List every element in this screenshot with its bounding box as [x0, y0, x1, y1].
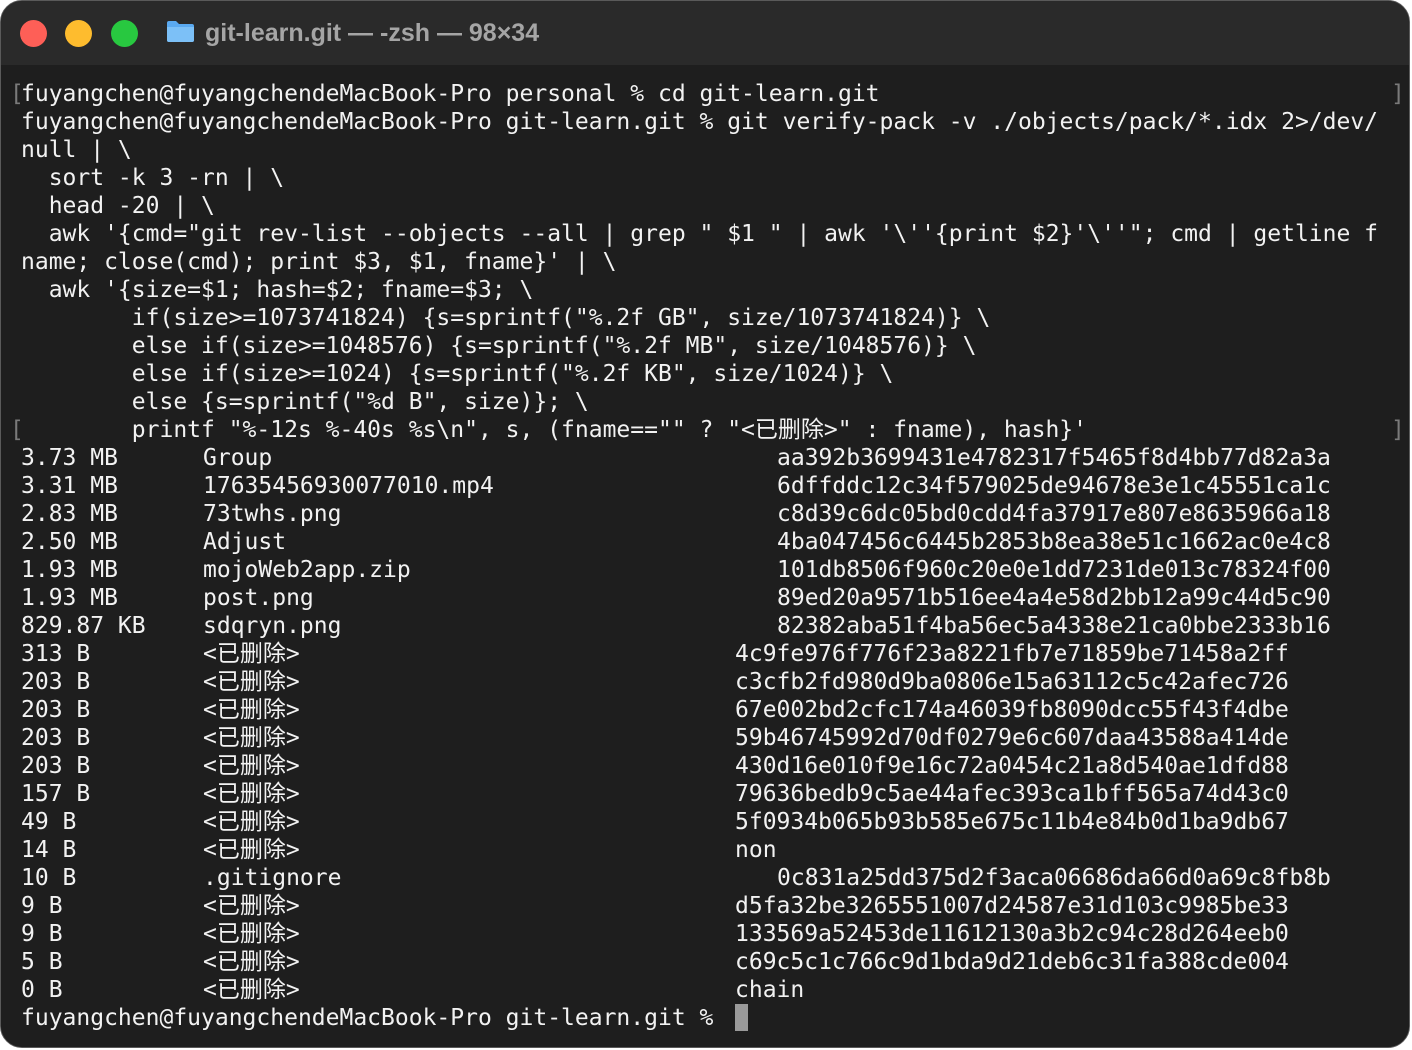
result-name: post.png	[203, 585, 314, 611]
result-name: 1763545693007701‌0.mp4	[203, 473, 494, 499]
result-hash: d5fa32be3265551007d24587e31d103c9985be33	[735, 893, 1289, 919]
command-line: fuyangchen@fuyangchendeMacBook-Pro git-l…	[21, 109, 1379, 135]
result-name: mojoWeb2app.zip	[203, 557, 411, 583]
command-line: if(size>=1073741824) {s=sprintf("%.2f GB…	[21, 305, 991, 331]
result-name: <已删除>	[203, 977, 300, 1003]
result-name: Group	[203, 445, 273, 471]
result-hash: c8d39c6dc05bd0cdd4fa37917e807e8635966a18	[777, 501, 1331, 527]
result-name: .gitignore	[203, 865, 342, 891]
result-size: 9 B	[21, 893, 63, 919]
result-size: 9 B	[21, 921, 63, 947]
result-hash: c69c5c1c766c9d1bda9d21deb6c31fa388cde004	[735, 949, 1289, 975]
result-size: 203 B	[21, 725, 91, 751]
folder-icon	[167, 21, 194, 42]
command-line: null | \	[21, 137, 132, 163]
command-line: sort -k 3 -rn | \	[21, 165, 285, 191]
result-hash: c3cfb2fd980d9ba0806e15a63112c5c42afec726	[735, 669, 1289, 695]
minimize-button[interactable]	[65, 20, 92, 47]
result-hash: 67e002bd2cfc174a46039fb8090dcc55f43f4dbe	[735, 697, 1289, 723]
command-line: name; close(cmd); print $3, $1, fname}' …	[21, 249, 617, 275]
result-size: 3.73 MB	[21, 445, 118, 471]
result-hash: non	[735, 837, 777, 863]
window-title: git-learn.git — -zsh — 98×34	[205, 19, 540, 47]
mark-bracket-left: [	[10, 417, 24, 443]
result-size: 5 B	[21, 949, 63, 975]
result-hash: 4ba047456c6445b2853b8ea38e51c1662ac0e4c8	[777, 529, 1331, 555]
result-size: 203 B	[21, 669, 91, 695]
result-hash: 6dffddc12c34f579025de94678e3e1c45551ca1c	[777, 473, 1331, 499]
result-name: 73twhs.png	[203, 501, 342, 527]
result-hash: aa392b3699431e4782317f5465f8d4bb77d82a3a	[777, 445, 1331, 471]
result-size: 829.87 KB	[21, 613, 146, 639]
result-name: Adjust	[203, 529, 287, 555]
terminal-content[interactable]: fuyangchen@fuyangchendeMacBook-Pro perso…	[1, 65, 1409, 1047]
result-size: 49 B	[21, 809, 77, 835]
result-name: <已删除>	[203, 753, 300, 779]
result-size: 1.93 MB	[21, 585, 118, 611]
result-name: <已删除>	[203, 781, 300, 807]
result-hash: 4c9fe976f776f23a8221fb7e71859be71458a2ff	[735, 641, 1289, 667]
result-name: <已删除>	[203, 949, 300, 975]
title-bar[interactable]: git-learn.git — -zsh — 98×34	[1, 1, 1409, 66]
command-line: printf "%-12s %-40s %s\n", s, (fname==""…	[21, 417, 1087, 443]
result-size: 0 B	[21, 977, 63, 1003]
shell-prompt: fuyangchen@fuyangchendeMacBook-Pro git-l…	[21, 1005, 714, 1031]
result-size: 203 B	[21, 697, 91, 723]
result-size: 2.50 MB	[21, 529, 118, 555]
command-line: head -20 | \	[21, 193, 215, 219]
result-size: 1.93 MB	[21, 557, 118, 583]
command-line: awk '{cmd="git rev-list --objects --all …	[21, 221, 1379, 247]
command-line: else if(size>=1024) {s=sprintf("%.2f KB"…	[21, 361, 894, 387]
result-hash: 0c831a25dd375d2f3aca06686da66d0a69c8fb8b	[777, 865, 1331, 891]
result-size: 203 B	[21, 753, 91, 779]
result-hash: 89ed20a9571b516ee4a4e58d2bb12a99c44d5c90	[777, 585, 1331, 611]
command-line: fuyangchen@fuyangchendeMacBook-Pro perso…	[21, 81, 880, 107]
result-size: 14 B	[21, 837, 77, 863]
result-name: <已删除>	[203, 669, 300, 695]
result-size: 10 B	[21, 865, 77, 891]
mark-bracket-left: [	[10, 81, 24, 107]
result-hash: 101db8506f960c20e0e1dd7231de013c78324f00	[777, 557, 1331, 583]
result-size: 2.83 MB	[21, 501, 118, 527]
result-hash: 430d16e010f9e16c72a0454c21a8d540ae1dfd88	[735, 753, 1289, 779]
result-hash: 5f0934b065b93b585e675c11b4e84b0d1ba9db67	[735, 809, 1289, 835]
mark-bracket-right: ]	[1391, 81, 1405, 107]
mark-bracket-right: ]	[1391, 417, 1405, 443]
terminal-window: git-learn.git — -zsh — 98×34 fuyangchen@…	[0, 0, 1410, 1048]
result-size: 3.31 MB	[21, 473, 118, 499]
result-name: <已删除>	[203, 725, 300, 751]
result-hash: chain	[735, 977, 805, 1003]
result-size: 313 B	[21, 641, 91, 667]
result-name: sdqryn.png	[203, 613, 342, 639]
command-line: else {s=sprintf("%d B", size)}; \	[21, 389, 589, 415]
command-line: else if(size>=1048576) {s=sprintf("%.2f …	[21, 333, 977, 359]
result-hash: 133569a52453de11612130a3b2c94c28d264eeb0	[735, 921, 1289, 947]
command-line: awk '{size=$1; hash=$2; fname=$3; \	[21, 277, 534, 303]
result-name: <已删除>	[203, 809, 300, 835]
result-hash: 82382aba51f4ba56ec5a4338e21ca0bbe2333b16	[777, 613, 1331, 639]
result-name: <已删除>	[203, 921, 300, 947]
close-button[interactable]	[20, 20, 47, 47]
result-name: <已删除>	[203, 837, 300, 863]
result-name: <已删除>	[203, 893, 300, 919]
result-name: <已删除>	[203, 697, 300, 723]
result-size: 157 B	[21, 781, 91, 807]
zoom-button[interactable]	[111, 20, 138, 47]
text-cursor	[735, 1004, 748, 1031]
result-hash: 79636bedb9c5ae44afec393ca1bff565a74d43c0	[735, 781, 1289, 807]
result-name: <已删除>	[203, 641, 300, 667]
result-hash: 59b46745992d70df0279e6c607daa43588a414de	[735, 725, 1289, 751]
